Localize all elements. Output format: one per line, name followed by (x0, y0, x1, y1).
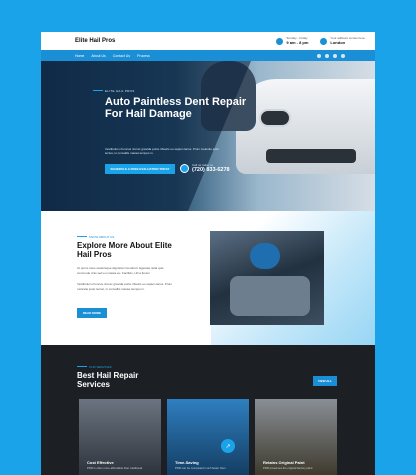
address-value: London (330, 40, 346, 45)
about-title: Explore More About Elite Hail Pros (77, 241, 172, 260)
instagram-icon[interactable] (341, 53, 345, 58)
top-bar: Elite Hail Pros Sunday - Friday 9 am - 8… (41, 32, 375, 50)
hero-description: Vestibulum rhoncus nisl ac gravida porta… (105, 147, 220, 156)
clock-icon (276, 37, 284, 45)
view-all-button[interactable]: VIEW ALL (313, 376, 337, 386)
service-card-time-saving[interactable]: ↗ Time-Saving PDR can be completed much … (167, 399, 249, 475)
phone-icon (180, 163, 189, 173)
services-section: OUR SERVICES Best Hail Repair Services V… (41, 345, 375, 475)
facebook-icon[interactable] (317, 53, 321, 58)
twitter-icon[interactable] (325, 53, 329, 58)
phone-number: (720) 833-6278 (192, 167, 230, 173)
address-info: Your address comes here... London (320, 37, 367, 45)
hero-phone[interactable]: Call us today at (720) 833-6278 (180, 163, 230, 173)
service-card-title: Retains Original Paint (263, 460, 305, 465)
service-card-retains-paint[interactable]: Retains Original Paint PDR preserves the… (255, 399, 337, 475)
arrow-up-right-icon[interactable]: ↗ (221, 439, 235, 453)
services-kicker: OUR SERVICES (89, 365, 112, 369)
social-links (313, 53, 345, 58)
car-headlight (259, 109, 291, 127)
mechanic-figure (250, 243, 280, 269)
schedule-evaluation-button[interactable]: SCHEDULE A FREE EVALUATION TODAY (105, 164, 175, 174)
car-body (230, 276, 310, 316)
service-card-title: Cost Effective (87, 460, 114, 465)
hero-title: Auto Paintless Dent Repair For Hail Dama… (105, 96, 247, 121)
service-card-cost-effective[interactable]: Cost Effective PDR is often more afforda… (79, 399, 161, 475)
about-mechanic-image (210, 231, 324, 325)
hours-info: Sunday - Friday 9 am - 8 pm (276, 37, 308, 45)
service-card-desc: PDR is often more affordable than tradit… (87, 466, 143, 470)
read-more-button[interactable]: READ MORE (77, 308, 107, 318)
pinterest-icon[interactable] (333, 53, 337, 58)
nav-item-about[interactable]: About Us (91, 54, 105, 58)
service-card-title: Time-Saving (175, 460, 199, 465)
hero-overlay (41, 61, 251, 211)
about-kicker: KNOW ABOUT US (89, 235, 115, 239)
location-pin-icon (320, 37, 328, 45)
hours-value: 9 am - 8 pm (286, 40, 309, 45)
hero-section: ELITE HAIL PROS Auto Paintless Dent Repa… (41, 61, 375, 211)
about-paragraph-1: Ut purus risus scelerisque dignissim hen… (77, 266, 164, 275)
nav-item-contact[interactable]: Contact Us (113, 54, 130, 58)
about-paragraph-2: Vestibulum rhoncus nisl ac gravida porta… (77, 282, 172, 291)
service-card-desc: PDR preserves the original factory paint (263, 466, 313, 470)
about-kicker-line (77, 236, 87, 237)
services-title: Best Hail Repair Services (77, 371, 139, 390)
main-nav: Home About Us Contact Us Process (41, 50, 375, 61)
service-card-desc: PDR can be completed much faster than (175, 466, 226, 470)
nav-item-process[interactable]: Process (137, 54, 150, 58)
hero-kicker: ELITE HAIL PROS (105, 89, 135, 93)
car-grille (266, 149, 356, 163)
site-logo[interactable]: Elite Hail Pros (75, 38, 264, 44)
website-frame: Elite Hail Pros Sunday - Friday 9 am - 8… (41, 32, 375, 475)
nav-item-home[interactable]: Home (75, 54, 84, 58)
about-section: KNOW ABOUT US Explore More About Elite H… (41, 211, 375, 345)
kicker-line (93, 90, 103, 91)
services-kicker-line (77, 366, 87, 367)
